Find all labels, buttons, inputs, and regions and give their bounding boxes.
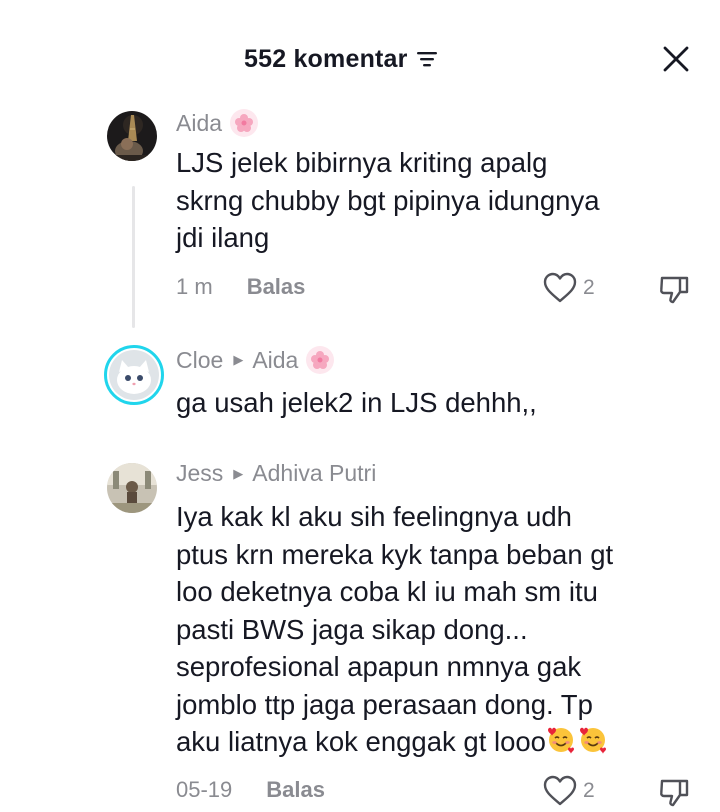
like-count: 2	[583, 779, 595, 802]
timestamp: 05-19	[176, 777, 233, 802]
pink-flower-icon	[306, 346, 335, 374]
username-jess[interactable]: Jess	[176, 460, 223, 487]
title-group[interactable]: 552 komentar	[244, 42, 438, 76]
username-cloe[interactable]: Cloe	[176, 347, 223, 374]
avatar-aida[interactable]	[107, 111, 157, 161]
thumbs-down-icon[interactable]	[658, 775, 692, 809]
smiling-face-with-hearts-icon	[579, 727, 606, 754]
like-button[interactable]: 2	[543, 775, 595, 807]
comment-text-aida: LJS jelek bibirnya kriting apalg skrng c…	[176, 147, 600, 253]
smiling-face-with-hearts-icon	[547, 727, 574, 754]
reply-to-adhiva[interactable]: Adhiva Putri	[252, 460, 376, 487]
thumbs-down-icon[interactable]	[658, 272, 692, 306]
reply-arrow-icon: ▶	[233, 352, 244, 367]
close-icon[interactable]	[660, 43, 692, 75]
reply-button[interactable]: Balas	[266, 777, 325, 803]
pink-flower-icon	[230, 109, 259, 137]
comment-text-jess: Iya kak kl aku sih feelingnya udh ptus k…	[176, 501, 614, 757]
username-aida[interactable]: Aida	[176, 110, 222, 137]
username-row: Aida	[176, 109, 259, 137]
reply-button[interactable]: Balas	[247, 274, 306, 300]
like-count: 2	[583, 276, 595, 299]
comment-text-cloe: ga usah jelek2 in LJS dehhh,,	[176, 387, 537, 418]
username-row: Jess ▶ Adhiva Putri	[176, 460, 376, 487]
thread-line	[132, 186, 135, 328]
username-row: Cloe ▶ Aida	[176, 346, 335, 374]
avatar-jess[interactable]	[107, 463, 157, 513]
reply-arrow-icon: ▶	[233, 465, 244, 481]
comment-count-title: 552 komentar	[244, 44, 408, 73]
comment-meta: 1 m Balas	[176, 274, 305, 300]
avatar-cloe[interactable]	[104, 345, 164, 405]
heart-outline-icon	[543, 272, 577, 303]
reply-to-aida[interactable]: Aida	[252, 347, 298, 374]
comment-meta: 05-19 Balas	[176, 777, 325, 803]
filter-icon[interactable]	[416, 49, 438, 69]
comments-header: 552 komentar	[0, 0, 720, 110]
like-button[interactable]: 2	[543, 272, 595, 304]
timestamp: 1 m	[176, 274, 213, 299]
heart-outline-icon	[543, 775, 577, 806]
